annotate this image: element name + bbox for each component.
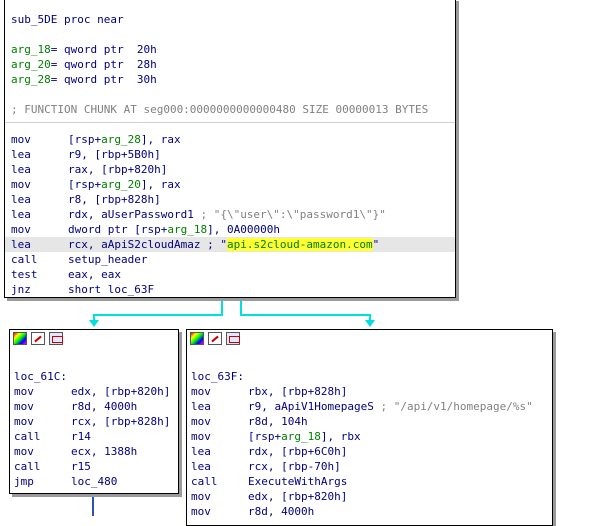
block-separator (5, 122, 455, 123)
edge-to-right-horizontal (240, 314, 370, 316)
proc-header: sub_5DE proc near (11, 13, 124, 26)
instruction-line[interactable]: mov r8d, 4000h (10, 399, 178, 414)
instruction-line[interactable]: mov [rsp+arg_18], rbx (187, 429, 552, 444)
instruction-line[interactable]: lea r8, [rbp+828h] (5, 192, 455, 207)
instruction-line[interactable]: call r14 (10, 429, 178, 444)
function-chunk-comment: ; FUNCTION CHUNK AT seg000:0000000000000… (11, 103, 429, 116)
instruction-line[interactable]: lea r9, [rbp+5B0h] (5, 147, 455, 162)
instruction-line[interactable]: lea r9, aApiV1HomepageS ; "/api/v1/homepa… (187, 399, 552, 414)
right-code-block[interactable]: loc_63F: mov rbx, [rbp+828h] lea r9, aApiV… (186, 329, 553, 526)
highlighted-string[interactable]: api.s2cloud-amazon.com (226, 238, 373, 251)
edit-color-icon[interactable] (208, 332, 222, 345)
graph-view-icon[interactable] (226, 332, 240, 345)
color-palette-icon[interactable] (190, 332, 204, 345)
edge-to-right-arrow (365, 320, 375, 327)
instruction-line[interactable]: mov [rsp+arg_28], rax (5, 132, 455, 147)
instruction-line[interactable]: mov edx, [rbp+820h] (187, 489, 552, 504)
edge-to-left-horizontal (93, 314, 223, 316)
instruction-line[interactable]: lea rax, [rbp+820h] (5, 162, 455, 177)
edge-to-right-vertical (240, 299, 242, 315)
left-code-block[interactable]: loc_61C: mov edx, [rbp+820h] mov r8d, 4000… (9, 329, 179, 494)
instruction-line[interactable]: jmp loc_480 (10, 474, 178, 489)
instruction-line[interactable]: mov rcx, [rbp+828h] (10, 414, 178, 429)
instruction-line[interactable]: call ExecuteWithArgs (187, 474, 552, 489)
instruction-line[interactable]: mov edx, [rbp+820h] (10, 384, 178, 399)
instruction-line[interactable]: lea rcx, [rbp-70h] (187, 459, 552, 474)
edge-left-out (92, 492, 94, 516)
arg-line: arg_20= qword ptr 28h (11, 58, 157, 71)
edit-color-icon[interactable] (31, 332, 45, 345)
instruction-line[interactable]: mov [rsp+arg_20], rax (5, 177, 455, 192)
main-code-block[interactable]: sub_5DE proc near arg_18= qword ptr 20h … (4, 0, 456, 298)
block-label: loc_61C: (14, 370, 67, 383)
instruction-line[interactable]: jnz short loc_63F (5, 282, 455, 297)
instruction-line[interactable]: mov rbx, [rbp+828h] (187, 384, 552, 399)
instruction-line[interactable]: call setup_header (5, 252, 455, 267)
instruction-line-selected[interactable]: lea rcx, aApiS2cloudAmaz ; "api.s2cloud-a… (5, 237, 455, 252)
instruction-line[interactable]: mov dword ptr [rsp+arg_18], 0A00000h (5, 222, 455, 237)
instruction-line[interactable]: call r15 (10, 459, 178, 474)
arg-line: arg_28= qword ptr 30h (11, 73, 157, 86)
instruction-line[interactable]: mov r8d, 104h (187, 414, 552, 429)
edge-to-left-arrow (89, 320, 99, 327)
edge-to-left-vertical (221, 299, 223, 315)
graph-view-icon[interactable] (49, 332, 63, 345)
instruction-line[interactable]: lea rdx, [rbp+6C0h] (187, 444, 552, 459)
arg-line: arg_18= qword ptr 20h (11, 43, 157, 56)
instruction-line[interactable]: mov r8d, 4000h (187, 504, 552, 519)
color-palette-icon[interactable] (13, 332, 27, 345)
instruction-line[interactable]: lea rdx, aUserPassword1 ; "{\"user\":\"pa… (5, 207, 455, 222)
instruction-line[interactable]: test eax, eax (5, 267, 455, 282)
block-label: loc_63F: (191, 370, 244, 383)
instruction-line[interactable]: mov ecx, 1388h (10, 444, 178, 459)
